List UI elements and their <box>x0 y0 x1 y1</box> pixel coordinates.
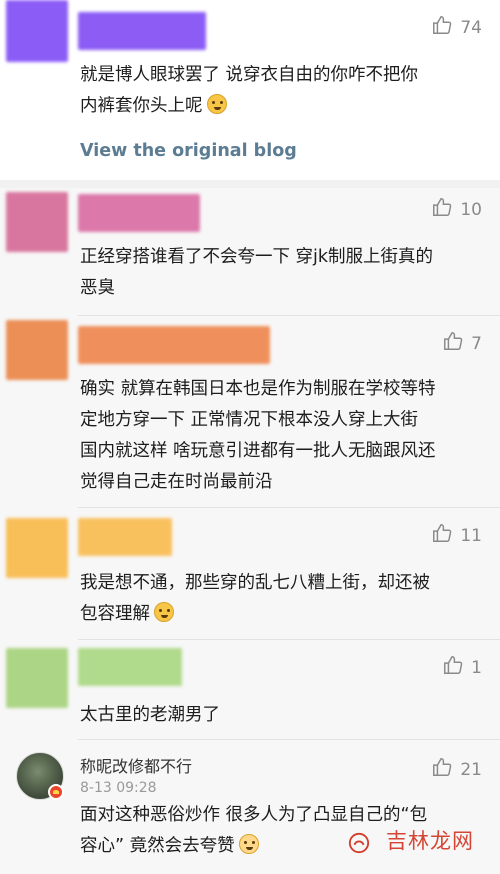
like-button[interactable]: 11 <box>431 522 482 549</box>
thumbs-up-icon <box>431 196 453 223</box>
avatar[interactable] <box>6 0 68 62</box>
username-redacted[interactable] <box>78 648 182 686</box>
like-button[interactable]: 10 <box>431 196 482 223</box>
username-redacted[interactable] <box>78 12 206 50</box>
like-count: 7 <box>471 333 482 354</box>
thumbs-up-icon <box>442 654 464 681</box>
watermark: 吉林龙网 <box>386 829 474 853</box>
thumbs-up-icon <box>431 756 453 783</box>
emoji-icon <box>154 602 174 622</box>
comment-3: 7 确实 就算在韩国日本也是作为制服在学校等特 定地方穿一下 正常情况下根本没人… <box>0 316 500 508</box>
avatar[interactable] <box>6 320 68 380</box>
thumbs-up-icon <box>431 522 453 549</box>
like-button[interactable]: 74 <box>431 14 482 41</box>
nickname[interactable]: 称昵改修都不行 <box>80 753 192 777</box>
like-count: 1 <box>471 657 482 678</box>
verified-badge-icon <box>48 784 64 800</box>
username-redacted[interactable] <box>78 194 200 232</box>
username-redacted[interactable] <box>78 326 270 364</box>
username-redacted[interactable] <box>78 518 172 556</box>
like-button[interactable]: 21 <box>431 756 482 783</box>
comment-text: 太古里的老潮男了 <box>80 705 220 725</box>
thumbs-up-icon <box>431 14 453 41</box>
section-gap <box>0 180 500 188</box>
like-count: 10 <box>460 199 482 220</box>
avatar[interactable] <box>6 648 68 708</box>
thumbs-up-icon <box>442 330 464 357</box>
like-count: 11 <box>460 525 482 546</box>
watermark-logo-icon <box>348 832 370 854</box>
comment-5: 1 太古里的老潮男了 <box>0 640 500 740</box>
emoji-icon <box>238 834 259 854</box>
comment-2: 10 正经穿搭谁看了不会夸一下 穿jk制服上街真的 恶臭 <box>0 188 500 316</box>
comment-text: 就是博人眼球罢了 说穿衣自由的你咋不把你 内裤套你头上呢 <box>80 65 419 116</box>
timestamp: 8-13 09:28 <box>80 780 157 796</box>
emoji-icon <box>206 94 227 114</box>
like-count: 74 <box>460 17 482 38</box>
avatar[interactable] <box>6 518 68 578</box>
like-count: 21 <box>460 759 482 780</box>
comment-text: 我是想不通，那些穿的乱七八糟上街，却还被 包容理解 <box>80 573 430 624</box>
comment-text: 确实 就算在韩国日本也是作为制服在学校等特 定地方穿一下 正常情况下根本没人穿上… <box>80 379 436 492</box>
comment-text: 正经穿搭谁看了不会夸一下 穿jk制服上街真的 恶臭 <box>80 247 434 298</box>
comment-4: 11 我是想不通，那些穿的乱七八糟上街，却还被 包容理解 <box>0 508 500 640</box>
view-original-blog-link[interactable]: View the original blog <box>80 141 297 161</box>
avatar[interactable] <box>6 192 68 252</box>
comment-1: 74 就是博人眼球罢了 说穿衣自由的你咋不把你 内裤套你头上呢 View the… <box>0 0 500 180</box>
like-button[interactable]: 1 <box>442 654 482 681</box>
like-button[interactable]: 7 <box>442 330 482 357</box>
